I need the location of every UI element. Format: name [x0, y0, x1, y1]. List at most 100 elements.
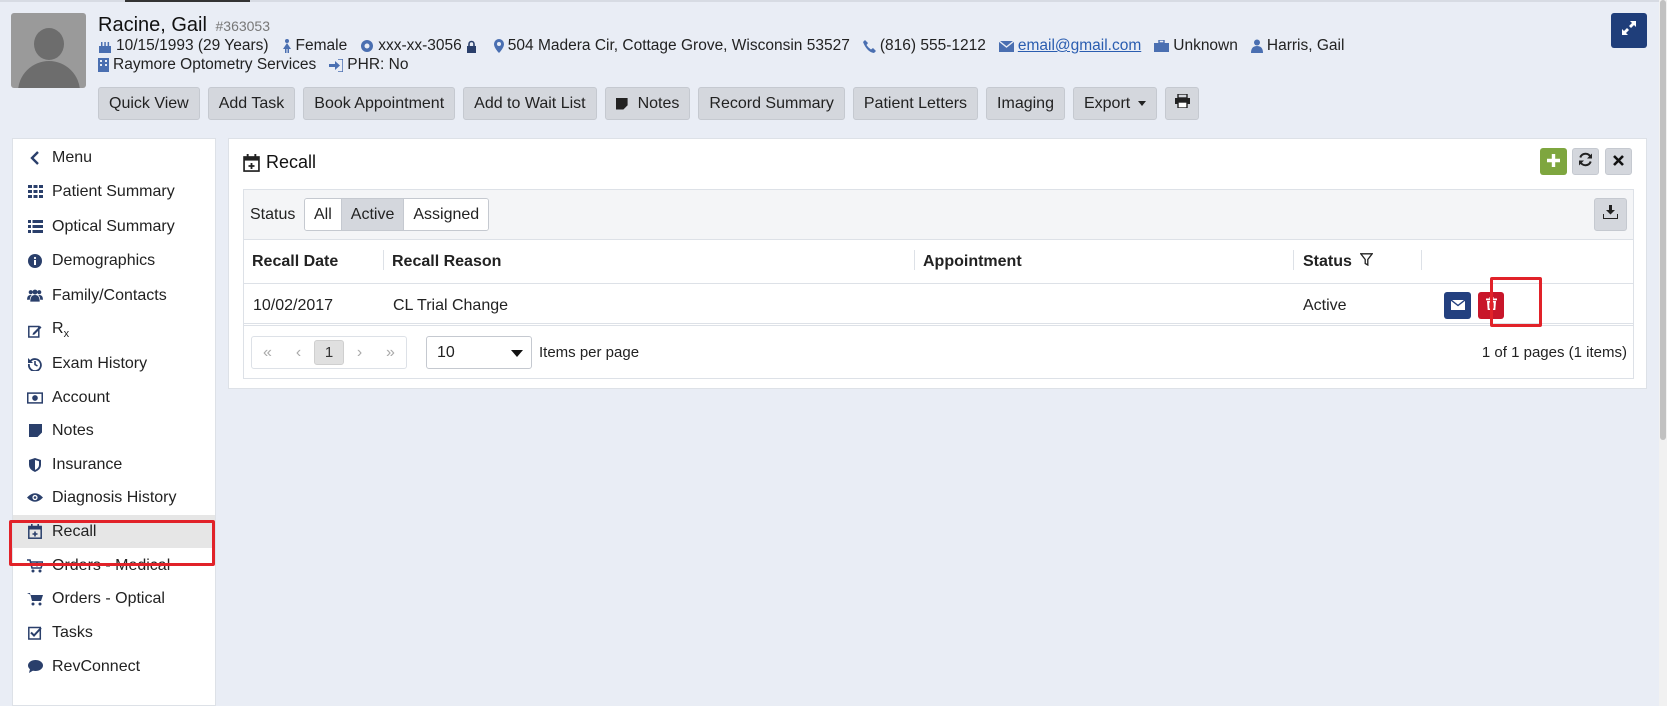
filter-icon[interactable] — [1359, 253, 1374, 271]
building-icon — [98, 58, 109, 72]
patient-info-row: 10/15/1993 (29 Years) Female xxx-xx-3056… — [98, 37, 1357, 55]
sidebar-item-orders-optical[interactable]: Orders - Optical — [13, 582, 215, 615]
sidebar-item-label: Account — [52, 388, 110, 406]
sidebar-item-label: Patient Summary — [52, 182, 175, 200]
briefcase-icon — [1154, 40, 1170, 52]
pager-nav: « ‹ 1 › » — [251, 336, 407, 369]
page-size-select[interactable]: 10 — [426, 336, 532, 369]
ssn-badge-icon — [360, 39, 374, 53]
patient-email-link[interactable]: email@gmail.com — [1018, 37, 1141, 55]
download-button[interactable] — [1594, 198, 1627, 231]
grid-pager: « ‹ 1 › » 10 Items per page 1 of 1 pages… — [244, 325, 1633, 379]
sticky-note-icon — [615, 97, 628, 110]
lock-icon[interactable] — [466, 40, 477, 53]
map-marker-icon — [493, 39, 504, 53]
sidebar-item-demographics[interactable]: Demographics — [13, 244, 215, 277]
shield-icon — [27, 457, 43, 473]
users-icon — [27, 288, 43, 304]
email-highlight-box — [1490, 277, 1542, 327]
patient-dob: 10/15/1993 (29 Years) — [116, 37, 269, 54]
sidebar-item-rx[interactable]: Rx — [13, 314, 215, 347]
sidebar-item-family-contacts[interactable]: Family/Contacts — [13, 279, 215, 312]
add-recall-button[interactable] — [1540, 148, 1567, 175]
prev-page-icon[interactable]: ‹ — [283, 337, 314, 368]
col-recall-reason[interactable]: Recall Reason — [392, 253, 501, 271]
col-status-label: Status — [1303, 253, 1352, 271]
calendar-plus-icon — [243, 153, 260, 172]
last-page-icon[interactable]: » — [375, 337, 406, 368]
list-icon — [27, 219, 43, 235]
sidebar-item-tasks[interactable]: Tasks — [13, 616, 215, 649]
sidebar-item-label: Notes — [52, 421, 94, 439]
notes-button-label: Notes — [637, 94, 680, 112]
print-icon — [1174, 93, 1190, 113]
patient-letters-button[interactable]: Patient Letters — [852, 87, 979, 120]
sidebar-item-exam-history[interactable]: Exam History — [13, 347, 215, 380]
envelope-icon — [1450, 297, 1465, 315]
envelope-icon — [998, 40, 1014, 52]
page-scrollbar-thumb[interactable] — [1660, 0, 1666, 440]
patient-name: Racine, Gail — [98, 14, 207, 36]
next-page-icon[interactable]: › — [344, 337, 375, 368]
patient-info-row-2: Raymore Optometry Services PHR: No — [98, 56, 421, 74]
birthday-icon — [98, 40, 112, 53]
recall-grid: Status All Active Assigned Recall Date R… — [243, 189, 1634, 379]
sidebar-item-label: Tasks — [52, 623, 93, 641]
sidebar-item-label: RevConnect — [52, 657, 141, 675]
col-recall-date[interactable]: Recall Date — [252, 253, 338, 271]
sidebar-item-insurance[interactable]: Insurance — [13, 448, 215, 481]
sidebar-item-notes[interactable]: Notes — [13, 414, 215, 447]
info-icon — [27, 253, 43, 269]
patient-gender: Female — [295, 37, 348, 54]
add-task-button[interactable]: Add Task — [207, 87, 296, 120]
record-summary-button[interactable]: Record Summary — [698, 87, 845, 120]
status-filter-group: All Active Assigned — [304, 198, 490, 231]
filter-all-button[interactable]: All — [305, 199, 342, 230]
export-button-label: Export — [1083, 94, 1131, 112]
send-email-button[interactable] — [1444, 292, 1471, 319]
sidebar-item-label: Menu — [52, 148, 93, 166]
col-appointment[interactable]: Appointment — [923, 253, 1022, 271]
refresh-icon — [1578, 152, 1593, 172]
caret-down-icon — [1138, 101, 1147, 106]
top-border — [0, 0, 1667, 2]
status-filter-label: Status — [250, 206, 296, 223]
sidebar-item-patient-summary[interactable]: Patient Summary — [13, 175, 215, 208]
add-wait-list-button[interactable]: Add to Wait List — [463, 87, 597, 120]
patient-name-line: Racine, Gail #363053 — [98, 14, 270, 37]
edit-icon — [27, 323, 43, 339]
close-panel-button[interactable] — [1605, 148, 1632, 175]
first-page-icon[interactable]: « — [252, 337, 283, 368]
page-size-value: 10 — [437, 343, 455, 361]
items-per-page-label: Items per page — [539, 344, 640, 361]
current-page-button[interactable]: 1 — [314, 340, 344, 365]
filter-assigned-button[interactable]: Assigned — [404, 199, 489, 230]
practice-name: Raymore Optometry Services — [113, 56, 317, 73]
imaging-button[interactable]: Imaging — [986, 87, 1065, 120]
export-button[interactable]: Export — [1072, 87, 1158, 120]
history-icon — [27, 356, 43, 372]
grid-icon — [27, 184, 43, 200]
col-status[interactable]: Status — [1303, 253, 1374, 271]
table-row[interactable]: 10/02/2017 CL Trial Change Active — [244, 284, 1633, 324]
comment-icon — [27, 659, 43, 675]
sidebar-item-diagnosis-history[interactable]: Diagnosis History — [13, 481, 215, 514]
dropdown-arrow-icon — [511, 350, 523, 357]
quick-view-button[interactable]: Quick View — [98, 87, 200, 120]
sidebar-item-label: Exam History — [52, 354, 148, 372]
notes-button[interactable]: Notes — [604, 87, 691, 120]
sidebar-item-menu[interactable]: Menu — [13, 141, 215, 174]
print-button[interactable] — [1165, 87, 1200, 120]
sidebar-item-optical-summary[interactable]: Optical Summary — [13, 210, 215, 243]
close-icon — [1613, 153, 1624, 171]
phr-status: PHR: No — [347, 56, 409, 73]
sidebar-item-account[interactable]: Account — [13, 381, 215, 414]
book-appointment-button[interactable]: Book Appointment — [303, 87, 456, 120]
expand-button[interactable] — [1611, 13, 1647, 48]
patient-address: 504 Madera Cir, Cottage Grove, Wisconsin… — [507, 37, 850, 54]
grid-header: Recall Date Recall Reason Appointment St… — [244, 240, 1633, 284]
filter-active-button[interactable]: Active — [341, 199, 405, 230]
sidebar-item-revconnect[interactable]: RevConnect — [13, 650, 215, 683]
refresh-button[interactable] — [1572, 148, 1599, 175]
note-icon — [27, 423, 43, 439]
